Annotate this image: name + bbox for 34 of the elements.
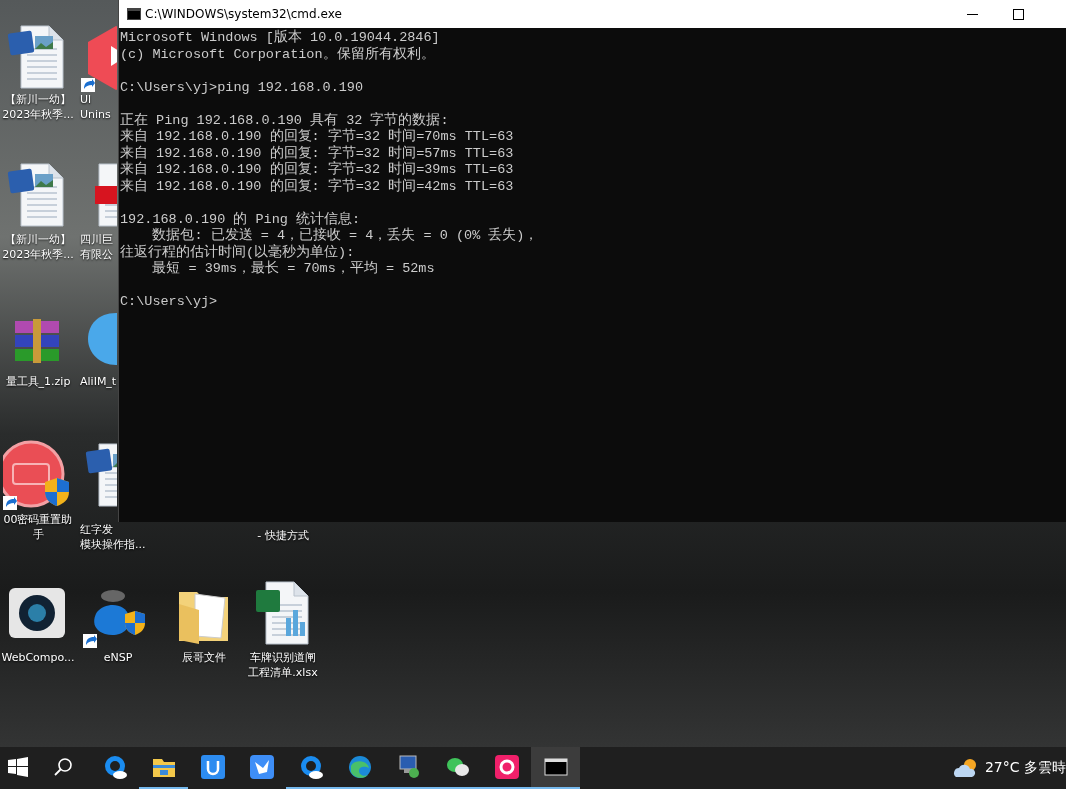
- weather-text[interactable]: 27°C 多雲時: [984, 759, 1066, 777]
- console-line: 正在 Ping 192.168.0.190 具有 32 字节的数据:: [120, 112, 449, 128]
- desktop-icon-label[interactable]: 【新川一幼】 2023年秋季...: [0, 232, 76, 262]
- desktop-icon-label[interactable]: WebCompo...: [0, 650, 76, 665]
- desktop-icon-label[interactable]: - 快捷方式: [245, 528, 321, 543]
- cloud-sun-icon[interactable]: [952, 758, 979, 778]
- desktop-icon-label[interactable]: 车牌识别道闸 工程清单.xlsx: [245, 650, 321, 680]
- console-line: 往返行程的估计时间(以毫秒为单位):: [120, 244, 355, 260]
- console-line: 来自 192.168.0.190 的回复: 字节=32 时间=42ms TTL=63: [120, 178, 514, 195]
- desktop-icon-label[interactable]: 辰哥文件: [166, 650, 242, 665]
- console-line: 来自 192.168.0.190 的回复: 字节=32 时间=70ms TTL=63: [120, 129, 514, 145]
- desktop-icon-label[interactable]: 00密码重置助 手: [0, 512, 76, 542]
- windows-logo-icon: [8, 757, 28, 777]
- console-line: Microsoft Windows [版本 10.0.19044.2846]: [120, 30, 440, 46]
- desktop-icon-label[interactable]: Ul Unins: [80, 92, 111, 122]
- desktop-icon-label[interactable]: AliIM_t: [80, 374, 117, 389]
- desktop-icon-label[interactable]: eNSP: [80, 650, 156, 665]
- console-line: (c) Microsoft Corporation。保留所有权利。: [120, 46, 435, 63]
- console-icon[interactable]: [531, 747, 580, 789]
- console-line: C:\Users\yj>: [120, 294, 218, 311]
- search-icon: [53, 757, 73, 777]
- maximize-icon: [1012, 8, 1024, 20]
- console-line: 最短 = 39ms，最长 = 70ms，平均 = 52ms: [151, 261, 435, 278]
- console-line: 192.168.0.190 的 Ping 统计信息:: [120, 211, 361, 227]
- window-title: C:\WINDOWS\system32\cmd.exe: [145, 7, 342, 21]
- console-line: 来自 192.168.0.190 的回复: 字节=32 时间=39ms TTL=63: [120, 162, 514, 178]
- console-line: 来自 192.168.0.190 的回复: 字节=32 时间=57ms TTL=63: [120, 145, 514, 161]
- desktop-icon-label[interactable]: 【新川一幼】 2023年秋季...: [0, 92, 76, 122]
- desktop-icon-label[interactable]: 量工具_1.zip: [0, 374, 76, 389]
- console-line: 数据包: 已发送 = 4，已接收 = 4，丢失 = 0 (0% 丢失)，: [151, 228, 539, 244]
- desktop-icon-label[interactable]: 四川巨 有限公: [80, 232, 113, 262]
- console-icon: [127, 8, 141, 20]
- desktop-icon-label[interactable]: 红字发 模块操作指...: [80, 522, 146, 552]
- console-line: C:\Users\yj>ping 192.168.0.190: [120, 79, 364, 96]
